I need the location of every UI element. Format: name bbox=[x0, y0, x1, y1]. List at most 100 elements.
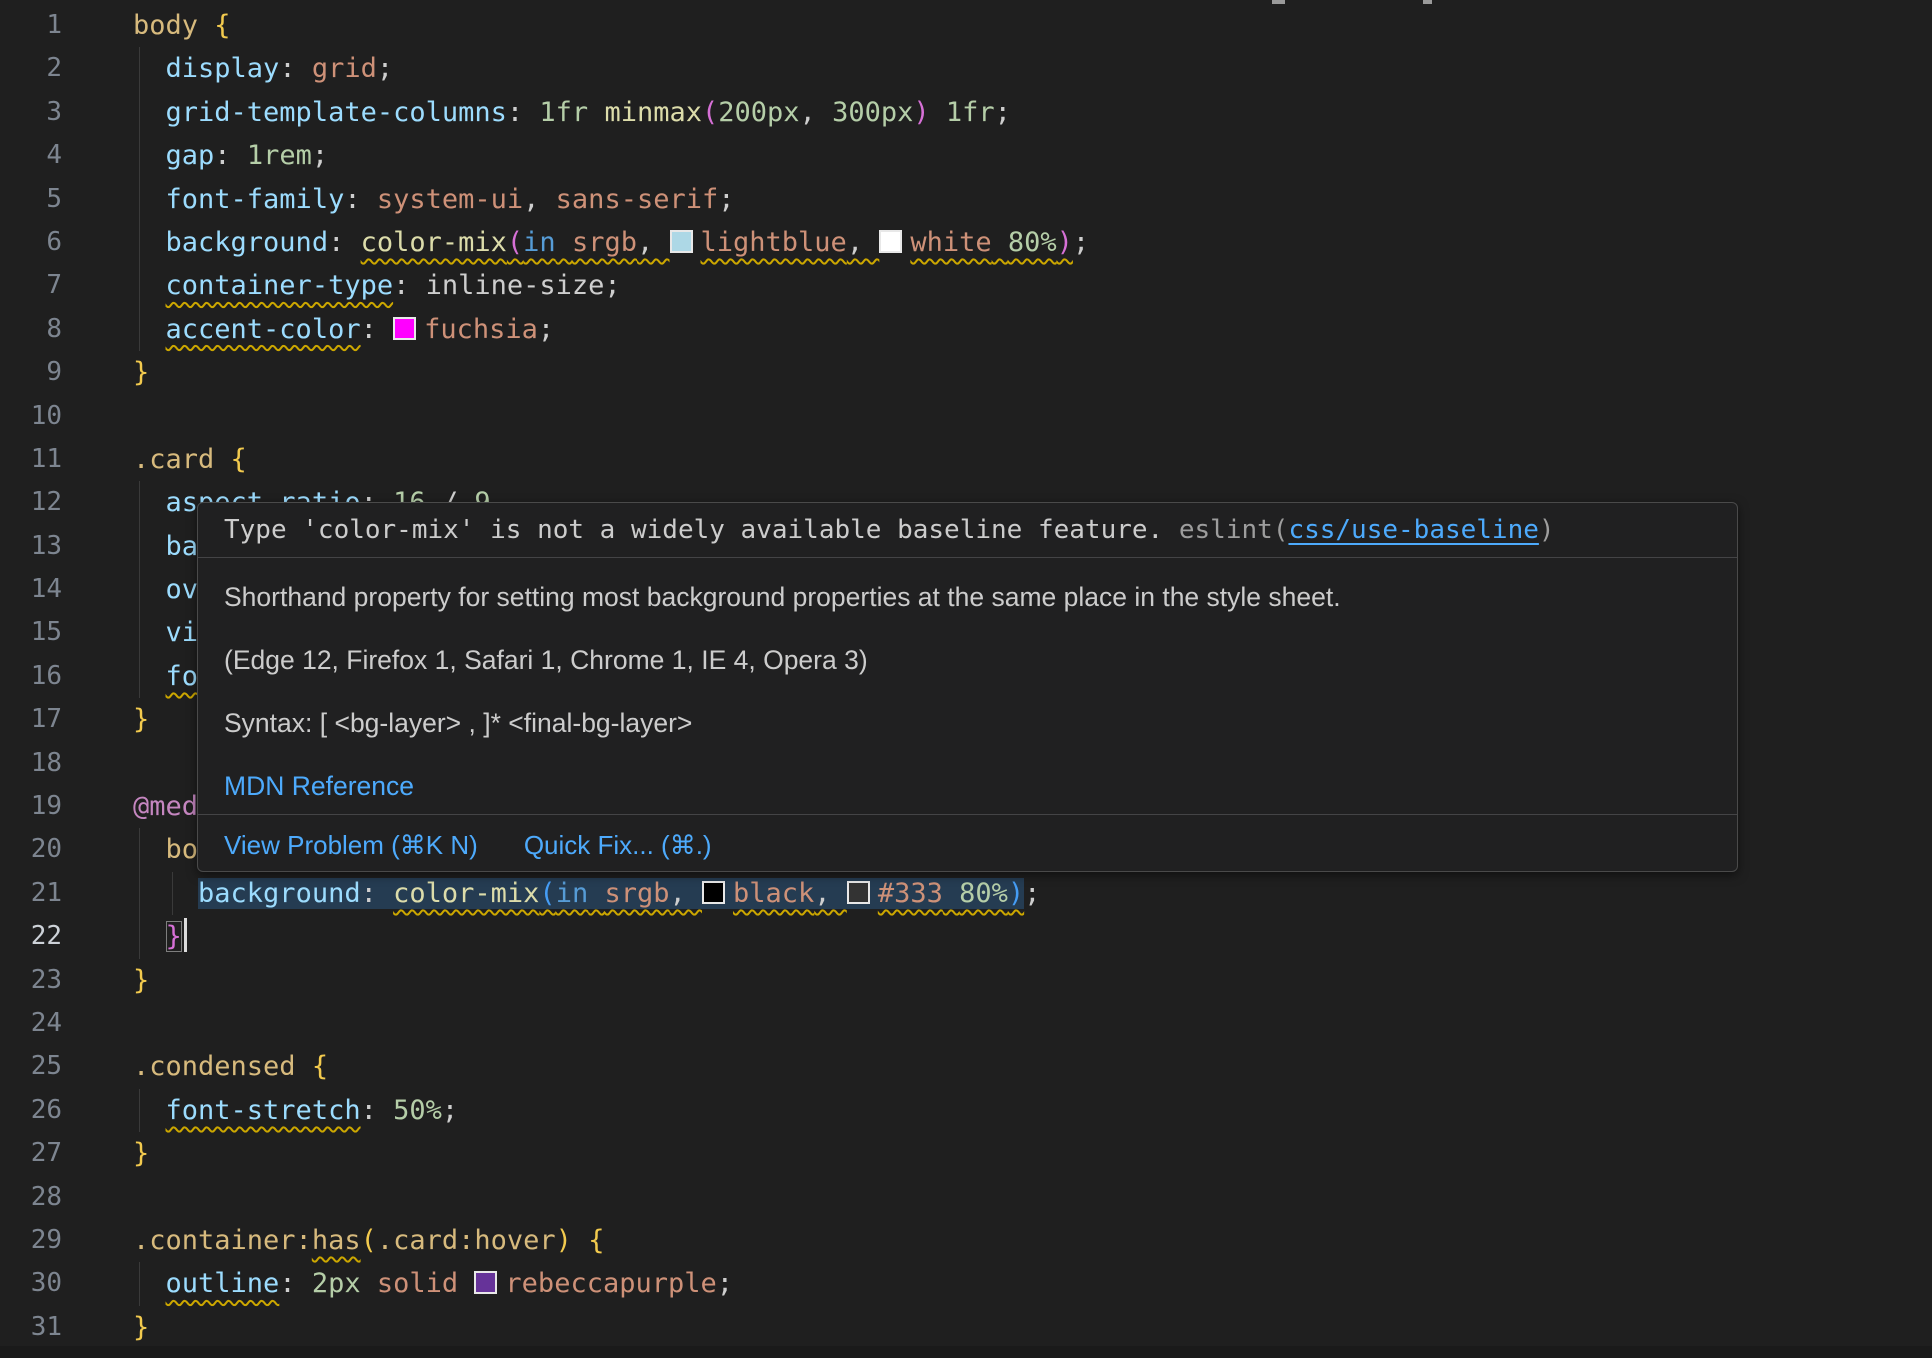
token: .card:hover bbox=[377, 1225, 556, 1256]
token: : bbox=[214, 140, 247, 171]
code-line[interactable]: 6 background: color-mix(in srgb, lightbl… bbox=[0, 221, 1932, 264]
token: vi bbox=[166, 617, 199, 648]
token: fo bbox=[166, 661, 199, 692]
color-swatch[interactable] bbox=[702, 881, 725, 904]
warning-squiggle-range: container-type bbox=[166, 270, 394, 301]
token bbox=[992, 227, 1008, 258]
indent-guide bbox=[139, 655, 140, 698]
indent-guide bbox=[139, 481, 140, 524]
token: white bbox=[910, 227, 991, 258]
indent-guide bbox=[139, 872, 140, 915]
line-number: 13 bbox=[0, 525, 62, 568]
code-line[interactable]: 7 container-type: inline-size; bbox=[0, 264, 1932, 307]
line-number: 10 bbox=[0, 395, 62, 438]
token: ov bbox=[166, 574, 199, 605]
code-line[interactable]: 21 background: color-mix(in srgb, black,… bbox=[0, 872, 1932, 915]
token: 2px bbox=[312, 1268, 361, 1299]
code-line[interactable]: 23} bbox=[0, 959, 1932, 1002]
eslint-rule-link[interactable]: css/use-baseline bbox=[1288, 515, 1538, 545]
token: ( bbox=[702, 97, 718, 128]
token bbox=[133, 140, 166, 171]
token: } bbox=[133, 704, 149, 735]
code-line[interactable]: 9} bbox=[0, 351, 1932, 394]
token: gap bbox=[166, 140, 215, 171]
token bbox=[296, 1051, 312, 1082]
code-line[interactable]: 26 font-stretch: 50%; bbox=[0, 1089, 1932, 1132]
token bbox=[133, 227, 166, 258]
token: #333 bbox=[878, 878, 943, 909]
line-number: 28 bbox=[0, 1176, 62, 1219]
code-line[interactable]: 5 font-family: system-ui, sans-serif; bbox=[0, 178, 1932, 221]
token: ) bbox=[913, 97, 929, 128]
token bbox=[133, 1268, 166, 1299]
token: background bbox=[166, 227, 329, 258]
docs-section: Shorthand property for setting most back… bbox=[198, 558, 1737, 814]
hover-actions: View Problem (⌘K N) Quick Fix... (⌘.) bbox=[198, 815, 1737, 875]
view-problem-button[interactable]: View Problem (⌘K N) bbox=[224, 830, 478, 860]
token: , bbox=[800, 97, 833, 128]
indent-guide bbox=[139, 611, 140, 654]
code-line[interactable]: 28 bbox=[0, 1176, 1932, 1219]
code-line[interactable]: 30 outline: 2px solid rebeccapurple; bbox=[0, 1262, 1932, 1305]
token: ; bbox=[604, 270, 620, 301]
line-number: 7 bbox=[0, 264, 62, 307]
token: , bbox=[847, 227, 880, 258]
code-line[interactable]: 31} bbox=[0, 1306, 1932, 1349]
line-number: 1 bbox=[0, 4, 62, 47]
indent-guide bbox=[139, 47, 140, 90]
token: ) bbox=[556, 1225, 572, 1256]
token bbox=[556, 227, 572, 258]
code-line[interactable]: 10 bbox=[0, 395, 1932, 438]
token: : bbox=[507, 97, 540, 128]
code-line[interactable]: 3 grid-template-columns: 1fr minmax(200p… bbox=[0, 91, 1932, 134]
token: rebeccapurple bbox=[505, 1268, 716, 1299]
line-number: 8 bbox=[0, 308, 62, 351]
token: : bbox=[279, 1268, 312, 1299]
token: lightblue bbox=[701, 227, 847, 258]
mdn-reference-link[interactable]: MDN Reference bbox=[224, 771, 414, 801]
token: inline-size bbox=[426, 270, 605, 301]
code-line[interactable]: 25.condensed { bbox=[0, 1045, 1932, 1088]
color-swatch[interactable] bbox=[393, 317, 416, 340]
token: display bbox=[166, 53, 280, 84]
token: ( bbox=[507, 227, 523, 258]
token: : bbox=[393, 270, 426, 301]
color-swatch[interactable] bbox=[670, 230, 693, 253]
token bbox=[133, 661, 166, 692]
token: } bbox=[133, 965, 149, 996]
code-line[interactable]: 8 accent-color: fuchsia; bbox=[0, 308, 1932, 351]
code-line[interactable]: 27} bbox=[0, 1132, 1932, 1175]
indent-guide bbox=[139, 1089, 140, 1132]
code-line[interactable]: 11.card { bbox=[0, 438, 1932, 481]
token: , bbox=[637, 227, 670, 258]
token: , bbox=[814, 878, 847, 909]
code-line[interactable]: 1body { bbox=[0, 4, 1932, 47]
token bbox=[133, 921, 166, 952]
token: } bbox=[166, 921, 182, 952]
line-number: 11 bbox=[0, 438, 62, 481]
token: ; bbox=[995, 97, 1011, 128]
line-number: 20 bbox=[0, 828, 62, 871]
quick-fix-button[interactable]: Quick Fix... (⌘.) bbox=[524, 830, 712, 860]
code-line[interactable]: 24 bbox=[0, 1002, 1932, 1045]
token bbox=[588, 878, 604, 909]
code-line[interactable]: 29.container:has(.card:hover) { bbox=[0, 1219, 1932, 1262]
diagnostic-source-suffix: ) bbox=[1539, 515, 1555, 545]
code-line[interactable]: 2 display: grid; bbox=[0, 47, 1932, 90]
token bbox=[133, 314, 166, 345]
line-number: 22 bbox=[0, 915, 62, 958]
color-swatch[interactable] bbox=[474, 1271, 497, 1294]
token bbox=[133, 878, 198, 909]
bracket-match: } bbox=[166, 921, 182, 952]
token: 1rem bbox=[247, 140, 312, 171]
token: , bbox=[670, 878, 703, 909]
color-swatch[interactable] bbox=[879, 230, 902, 253]
token: accent-color bbox=[166, 314, 361, 345]
code-line[interactable]: 22 } bbox=[0, 915, 1932, 958]
token: srgb bbox=[572, 227, 637, 258]
line-number: 21 bbox=[0, 872, 62, 915]
code-line[interactable]: 4 gap: 1rem; bbox=[0, 134, 1932, 177]
token: container-type bbox=[166, 270, 394, 301]
color-swatch[interactable] bbox=[847, 881, 870, 904]
token: fuchsia bbox=[424, 314, 538, 345]
